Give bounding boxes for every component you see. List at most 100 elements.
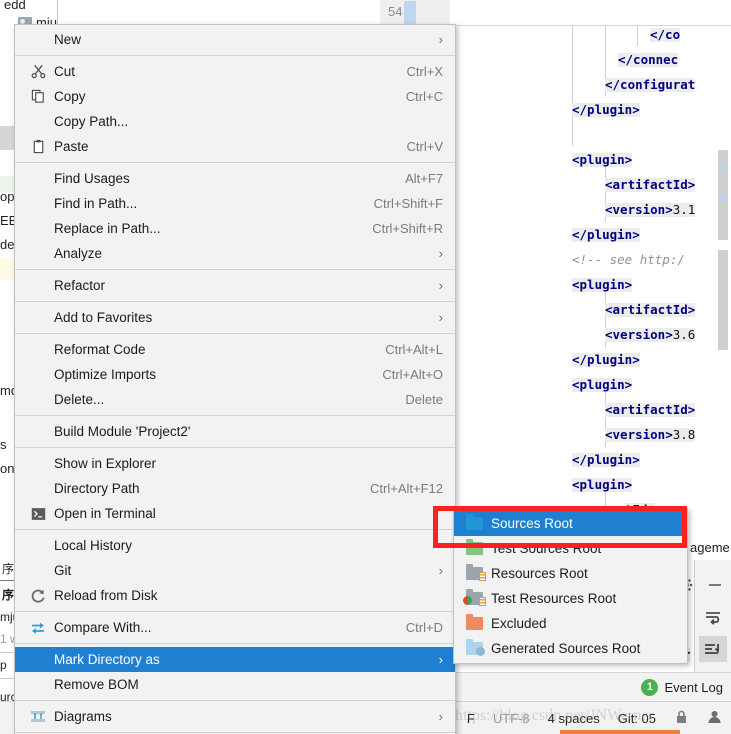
menu-item-open-in-terminal[interactable]: Open in Terminal — [15, 501, 455, 526]
menu-item-label: Copy — [54, 89, 86, 104]
menu-item-label: Directory Path — [54, 481, 140, 496]
code-line: <version>3.8 — [605, 427, 696, 442]
chevron-right-icon: › — [438, 278, 443, 293]
menu-item-copy-path[interactable]: Copy Path... — [15, 109, 455, 134]
code-line: </plugin> — [572, 352, 640, 367]
menu-item-label: Local History — [54, 538, 133, 553]
submenu-item-test-resources-root[interactable]: Test Resources Root — [454, 586, 687, 611]
menu-item-reload-from-disk[interactable]: Reload from Disk — [15, 583, 455, 608]
submenu-item-label: Generated Sources Root — [491, 641, 641, 656]
menu-item-copy[interactable]: Copy Ctrl+C — [15, 84, 455, 109]
status-item-indent[interactable]: 4 spaces — [539, 711, 609, 726]
folder-generated-icon — [463, 639, 485, 657]
menu-item-diagrams[interactable]: Diagrams › — [15, 704, 455, 729]
menu-item-local-history[interactable]: Local History — [15, 533, 455, 558]
menu-item-reformat-code[interactable]: Reformat Code Ctrl+Alt+L — [15, 337, 455, 362]
menu-separator — [15, 162, 455, 163]
code-line: <plugin> — [572, 377, 633, 392]
menu-item-accel: Ctrl+Alt+L — [385, 342, 443, 357]
menu-item-accel: Alt+F7 — [405, 171, 443, 186]
menu-item-label: Reload from Disk — [54, 588, 158, 603]
editor-scrollbar[interactable] — [718, 250, 728, 350]
menu-icon-placeholder — [26, 341, 50, 358]
menu-item-label: Copy Path... — [54, 114, 129, 129]
menu-item-accel: Ctrl+C — [405, 89, 443, 104]
menu-item-mark-directory-as[interactable]: Mark Directory as › — [15, 647, 455, 672]
menu-item-label: Delete... — [54, 392, 105, 407]
mark-directory-as-submenu[interactable]: Sources Root Test Sources Root Resources… — [453, 508, 688, 664]
sort-icon[interactable] — [699, 636, 727, 662]
menu-icon-placeholder — [26, 676, 50, 693]
menu-item-accel: Ctrl+Shift+F — [373, 196, 443, 211]
menu-icon-placeholder — [26, 537, 50, 554]
menu-item-label: Paste — [54, 139, 89, 154]
editor-scrollbar[interactable] — [718, 150, 728, 240]
menu-item-delete[interactable]: Delete... Delete — [15, 387, 455, 412]
event-log-label: Event Log — [664, 679, 723, 695]
menu-item-analyze[interactable]: Analyze › — [15, 241, 455, 266]
menu-separator — [15, 301, 455, 302]
menu-item-refactor[interactable]: Refactor › — [15, 273, 455, 298]
soft-wrap-icon[interactable] — [701, 606, 725, 628]
copy-icon — [26, 88, 50, 105]
context-menu[interactable]: New › Cut Ctrl+X Copy Ctrl+C Copy Path..… — [14, 24, 456, 734]
submenu-item-label: Resources Root — [491, 566, 588, 581]
person-icon[interactable] — [698, 709, 731, 728]
menu-item-optimize-imports[interactable]: Optimize Imports Ctrl+Alt+O — [15, 362, 455, 387]
menu-item-accel: Ctrl+X — [406, 64, 443, 79]
submenu-item-resources-root[interactable]: Resources Root — [454, 561, 687, 586]
right-toolbar-rail — [677, 560, 731, 672]
menu-item-remove-bom[interactable]: Remove BOM — [15, 672, 455, 697]
menu-item-replace-in-path[interactable]: Replace in Path... Ctrl+Shift+R — [15, 216, 455, 241]
tree-row[interactable]: edd — [4, 0, 26, 13]
tree-row-label: s — [0, 437, 7, 452]
panel-fragment-5: p — [0, 658, 7, 672]
menu-item-label: Show in Explorer — [54, 456, 157, 471]
menu-item-build-module[interactable]: Build Module 'Project2' — [15, 419, 455, 444]
menu-icon-placeholder — [26, 309, 50, 326]
menu-item-directory-path[interactable]: Directory Path Ctrl+Alt+F12 — [15, 476, 455, 501]
submenu-item-test-sources-root[interactable]: Test Sources Root — [454, 536, 687, 561]
menu-item-paste[interactable]: Paste Ctrl+V — [15, 134, 455, 159]
ide-screenshot: edd miu ⌄ op EB- dex md s ons 序 序: m — [0, 0, 731, 734]
clipboard-icon — [26, 138, 50, 155]
status-item-f[interactable]: F — [458, 711, 484, 726]
menu-separator — [15, 643, 455, 644]
menu-item-label: Find in Path... — [54, 196, 138, 211]
status-item-branch[interactable]: Git: 05 — [609, 711, 665, 726]
menu-item-find-in-path[interactable]: Find in Path... Ctrl+Shift+F — [15, 191, 455, 216]
tree-row[interactable]: s — [0, 436, 7, 453]
menu-item-find-usages[interactable]: Find Usages Alt+F7 — [15, 166, 455, 191]
compare-icon — [26, 619, 50, 636]
status-item-encoding[interactable]: UTF-8 — [484, 711, 539, 726]
submenu-item-sources-root[interactable]: Sources Root — [454, 511, 687, 536]
event-log-badge: 1 — [641, 678, 659, 696]
code-line: <plugin> — [572, 152, 633, 167]
submenu-item-generated-sources-root[interactable]: Generated Sources Root — [454, 636, 687, 661]
submenu-item-excluded[interactable]: Excluded — [454, 611, 687, 636]
menu-item-accel: Delete — [405, 392, 443, 407]
folder-blue-icon — [463, 514, 485, 532]
menu-item-new[interactable]: New › — [15, 27, 455, 52]
minimize-icon[interactable] — [703, 574, 727, 596]
menu-item-git[interactable]: Git › — [15, 558, 455, 583]
menu-item-compare-with[interactable]: Compare With... Ctrl+D — [15, 615, 455, 640]
menu-item-label: Mark Directory as — [54, 652, 160, 667]
lock-icon[interactable] — [665, 709, 698, 728]
submenu-item-label: Sources Root — [491, 516, 573, 531]
menu-item-add-to-favorites[interactable]: Add to Favorites › — [15, 305, 455, 330]
menu-item-label: Cut — [54, 64, 76, 79]
menu-item-label: Refactor — [54, 278, 106, 293]
tree-row[interactable]: op — [0, 188, 14, 205]
code-line: <artifactId> — [605, 302, 696, 317]
menu-item-accel: Ctrl+Alt+F12 — [370, 481, 443, 496]
menu-icon-placeholder — [26, 170, 50, 187]
code-line: </plugin> — [572, 452, 640, 467]
menu-separator — [15, 333, 455, 334]
menu-item-show-in-explorer[interactable]: Show in Explorer — [15, 451, 455, 476]
menu-item-cut[interactable]: Cut Ctrl+X — [15, 59, 455, 84]
event-log-bar[interactable]: 1 Event Log — [450, 672, 731, 701]
code-line: <artifactId> — [605, 402, 696, 417]
menu-icon-placeholder — [26, 277, 50, 294]
panel-fragment-1: 序 — [2, 562, 15, 576]
